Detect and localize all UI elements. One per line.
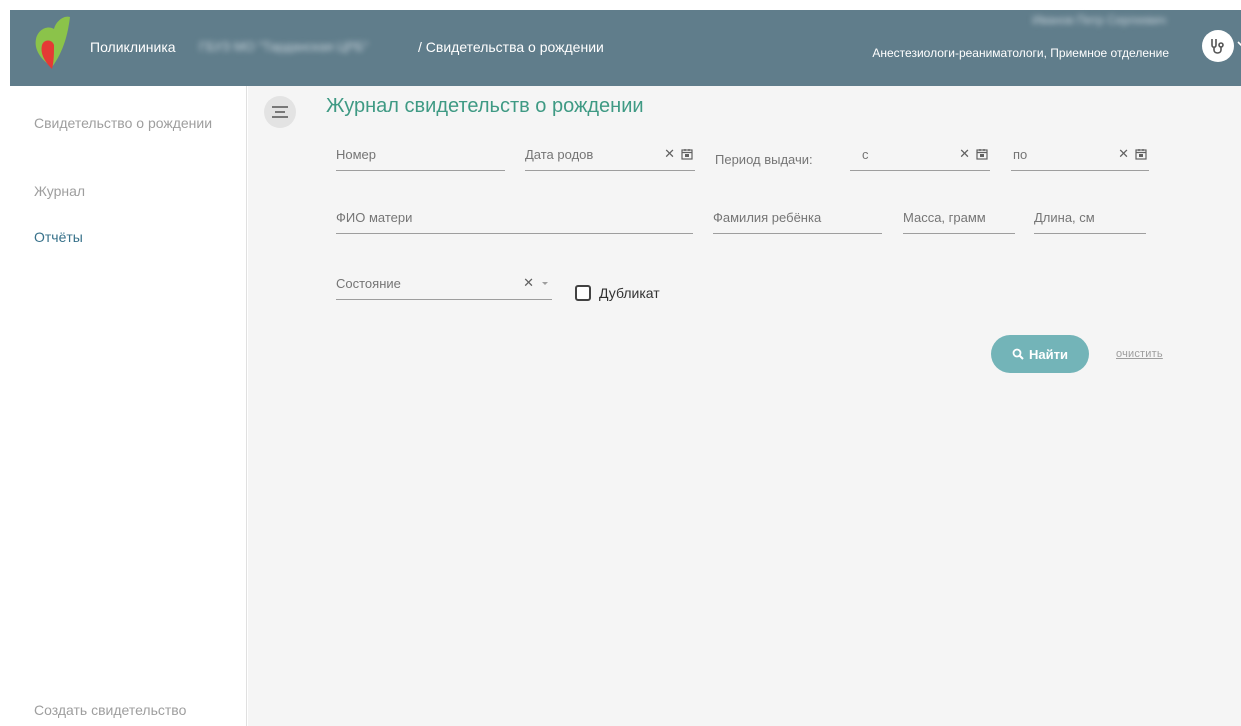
state-select[interactable]: Состояние ✕ [336, 275, 552, 300]
find-button[interactable]: Найти [991, 335, 1089, 373]
app-logo-icon [35, 16, 70, 69]
menu-toggle-button[interactable] [264, 96, 296, 128]
duplicate-checkbox[interactable] [575, 285, 591, 301]
duplicate-label: Дубликат [599, 285, 660, 301]
clear-button[interactable]: очистить [1116, 348, 1163, 360]
calendar-icon[interactable] [976, 148, 988, 160]
mother-name-placeholder: ФИО матери [336, 210, 413, 225]
mass-placeholder: Масса, грамм [903, 210, 986, 225]
create-certificate-link[interactable]: Создать свидетельство [34, 702, 186, 718]
main-content: Журнал свидетельств о рождении Номер Дат… [248, 86, 1241, 726]
stethoscope-icon [1211, 39, 1224, 54]
number-placeholder: Номер [336, 147, 377, 162]
clear-icon[interactable]: ✕ [1118, 146, 1129, 162]
child-surname-placeholder: Фамилия ребёнка [713, 210, 822, 225]
period-label: Период выдачи: [715, 152, 813, 167]
find-button-label: Найти [1029, 346, 1068, 362]
mass-input[interactable]: Масса, грамм [903, 210, 1015, 234]
menu-icon [272, 106, 288, 118]
chevron-down-icon[interactable] [1235, 36, 1241, 54]
sidebar-item-journal[interactable]: Журнал [34, 180, 224, 202]
dropdown-arrow-icon[interactable] [540, 278, 550, 288]
clear-icon[interactable]: ✕ [664, 146, 675, 162]
mother-name-input[interactable]: ФИО матери [336, 210, 693, 234]
clear-icon[interactable]: ✕ [959, 146, 970, 162]
period-from-placeholder: с [862, 147, 869, 162]
user-role: Анестезиологи-реаниматологи, Приемное от… [872, 46, 1169, 60]
calendar-icon[interactable] [1135, 148, 1147, 160]
page-title: Журнал свидетельств о рождении [326, 95, 644, 117]
user-name: Иванов Петр Сергеевич [1032, 13, 1166, 27]
sidebar: Свидетельство о рождении Журнал Отчёты С… [10, 86, 247, 726]
period-to-placeholder: по [1013, 147, 1028, 162]
sidebar-item-certificate[interactable]: Свидетельство о рождении [34, 112, 224, 134]
length-placeholder: Длина, см [1034, 210, 1095, 225]
period-from-input[interactable]: с ✕ [850, 146, 990, 171]
user-avatar[interactable] [1202, 30, 1234, 62]
birth-date-placeholder: Дата родов [525, 147, 594, 162]
number-input[interactable]: Номер [336, 147, 505, 171]
birth-date-input[interactable]: Дата родов ✕ [525, 146, 695, 171]
sidebar-item-reports[interactable]: Отчёты [34, 226, 224, 248]
search-icon [1012, 348, 1024, 360]
length-input[interactable]: Длина, см [1034, 210, 1146, 234]
period-to-input[interactable]: по ✕ [1011, 146, 1149, 171]
app-name[interactable]: Поликлиника [90, 39, 176, 55]
clear-icon[interactable]: ✕ [523, 275, 534, 291]
state-placeholder: Состояние [336, 276, 401, 291]
breadcrumb-section: / Свидетельства о рождении [418, 39, 604, 55]
calendar-icon[interactable] [681, 148, 693, 160]
org-name: ГБУЗ МО "Тарданская ЦРБ" [199, 39, 369, 54]
top-bar: Поликлиника ГБУЗ МО "Тарданская ЦРБ" / С… [10, 10, 1241, 86]
child-surname-input[interactable]: Фамилия ребёнка [713, 210, 882, 234]
